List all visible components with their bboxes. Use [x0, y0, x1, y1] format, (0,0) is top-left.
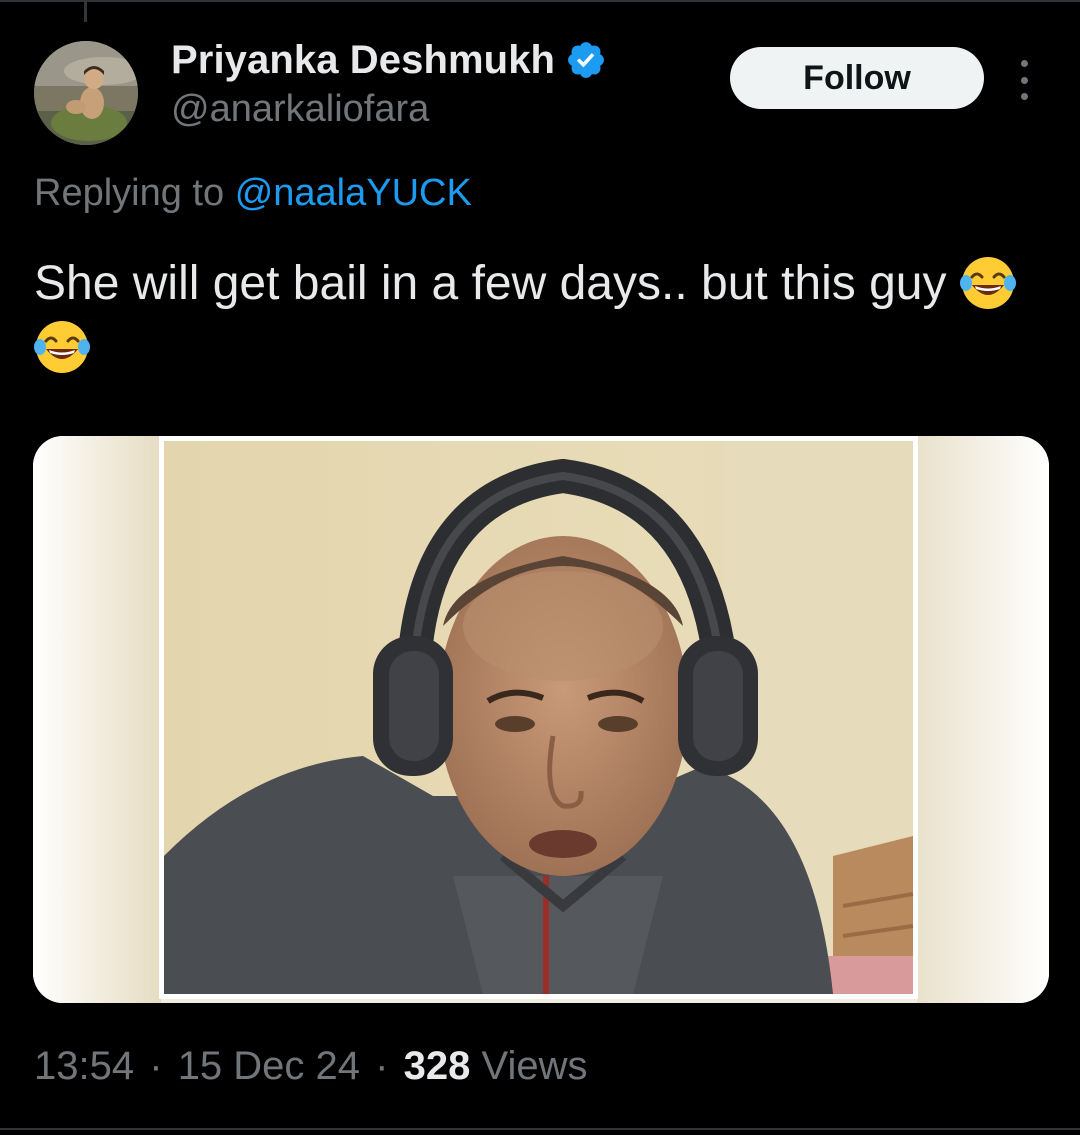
more-vertical-icon[interactable] [1010, 56, 1038, 104]
more-dot [1020, 76, 1028, 84]
bottom-divider [0, 1128, 1080, 1130]
more-dot [1020, 60, 1028, 67]
profile-photo-icon [34, 41, 138, 145]
views-label: Views [481, 1044, 588, 1088]
face-with-tears-of-joy-icon [34, 319, 90, 375]
more-dot [1020, 93, 1028, 100]
verified-badge-icon[interactable] [565, 39, 607, 81]
display-name-row: Priyanka Deshmukh [171, 34, 607, 86]
views-count[interactable]: 328 [404, 1044, 471, 1088]
reply-mention-link[interactable]: @naalaYUCK [235, 172, 472, 214]
replying-to-label: Replying to [34, 172, 225, 214]
man-with-headphones-photo [33, 436, 1049, 1003]
meta-separator: · [375, 1044, 389, 1088]
follow-button[interactable]: Follow [730, 47, 984, 109]
meta-separator: · [149, 1044, 163, 1088]
avatar[interactable] [34, 41, 138, 145]
display-name[interactable]: Priyanka Deshmukh [171, 38, 555, 83]
tweet-time[interactable]: 13:54 [34, 1044, 134, 1088]
handle[interactable]: @anarkaliofara [171, 88, 607, 131]
tweet-meta: 13:54 · 15 Dec 24 · 328 Views [34, 1044, 587, 1089]
top-divider [0, 0, 1080, 2]
face-with-tears-of-joy-icon [959, 255, 1016, 311]
tweet-date[interactable]: 15 Dec 24 [178, 1044, 360, 1088]
tweet-text: She will get bail in a few days.. but th… [34, 257, 947, 310]
tweet-text-block: She will get bail in a few days.. but th… [34, 252, 1044, 380]
author-info: Priyanka Deshmukh @anarkaliofara [171, 34, 607, 131]
replying-to-line: Replying to @naalaYUCK [34, 172, 472, 215]
tweet-media-photo[interactable] [33, 436, 1049, 1003]
thread-connector-line [84, 0, 87, 22]
